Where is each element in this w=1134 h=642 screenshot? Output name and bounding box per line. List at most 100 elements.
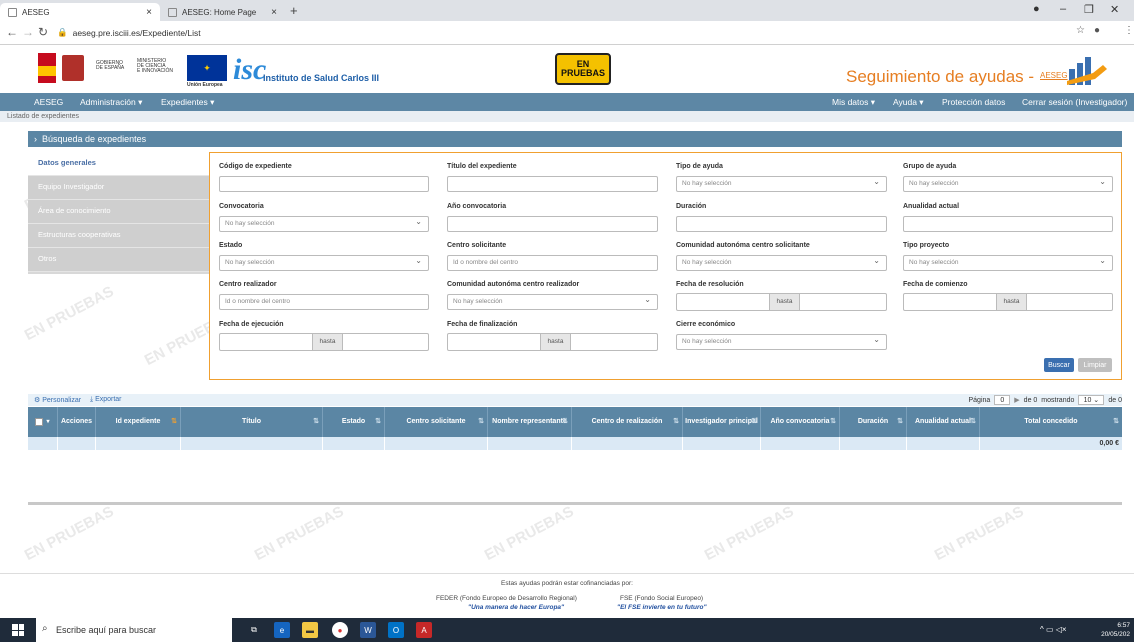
col-investigador-principal[interactable]: Investigador principal ⇅: [683, 407, 761, 437]
buscar-button[interactable]: Buscar: [1044, 358, 1074, 372]
back-icon[interactable]: ←: [6, 25, 18, 39]
fecha-ejecucion-to[interactable]: [343, 334, 428, 350]
select-all-checkbox[interactable]: ▾: [28, 407, 58, 437]
col-centro-solicitante[interactable]: Centro solicitante ⇅: [385, 407, 488, 437]
outlook-icon[interactable]: O: [388, 622, 404, 638]
col-estado[interactable]: Estado ⇅: [323, 407, 385, 437]
eu-flag-icon: ✦: [187, 55, 227, 81]
new-tab-button[interactable]: +: [290, 3, 298, 18]
profile-icon[interactable]: ●: [1033, 3, 1040, 15]
reload-icon[interactable]: ↻: [38, 25, 48, 39]
star-icon[interactable]: ☆: [1076, 25, 1085, 36]
taskbar-search-input[interactable]: ⌕ Escribe aquí para buscar: [36, 618, 232, 642]
titulo-input[interactable]: [447, 176, 658, 192]
account-icon[interactable]: ●: [1094, 25, 1100, 36]
label-comunidad-solicitante: Comunidad autonóma centro solicitante: [676, 242, 810, 249]
search-icon: ⌕: [42, 623, 48, 634]
fecha-finalizacion-from[interactable]: [448, 334, 541, 350]
exportar-button[interactable]: ⤓ Exportar: [90, 396, 122, 404]
mostrando-label: mostrando: [1041, 396, 1075, 404]
side-tab-estructuras-cooperativas[interactable]: Estructuras cooperativas: [28, 224, 209, 248]
close-tab-icon[interactable]: ×: [271, 7, 277, 18]
browser-tab-bar: AESEG × AESEG: Home Page × + ● – ❐ ✕: [0, 0, 1134, 21]
nav-mis-datos-menu[interactable]: Mis datos ▾: [832, 97, 875, 108]
fecha-ejecucion-range: hasta: [219, 333, 429, 351]
centro-solicitante-input[interactable]: Id o nombre del centro: [447, 255, 658, 271]
browser-tab-aeseg[interactable]: AESEG ×: [0, 3, 160, 21]
col-centro-realizacion[interactable]: Centro de realización ⇅: [572, 407, 683, 437]
nav-administracion-menu[interactable]: Administración ▾: [80, 97, 142, 108]
page-number-input[interactable]: 0: [994, 395, 1011, 405]
limpiar-button[interactable]: Limpiar: [1078, 358, 1112, 372]
label-centro-realizador: Centro realizador: [219, 281, 277, 288]
ministerio-text: MINISTERIO DE CIENCIA E INNOVACIÓN: [137, 58, 174, 74]
fecha-resolucion-from[interactable]: [677, 294, 770, 310]
url-field[interactable]: 🔒 aeseg.pre.isciii.es/Expediente/List: [57, 24, 1057, 41]
menu-icon[interactable]: ⋮: [1124, 25, 1134, 36]
label-centro-solicitante: Centro solicitante: [447, 242, 507, 249]
side-tab-otros[interactable]: Otros: [28, 248, 209, 272]
convocatoria-select[interactable]: No hay selección: [219, 215, 429, 232]
app-title: Seguimiento de ayudas -: [846, 67, 1035, 86]
duracion-input[interactable]: [676, 216, 887, 232]
fecha-finalizacion-to[interactable]: [571, 334, 657, 350]
word-icon[interactable]: W: [360, 622, 376, 638]
nav-ayuda-menu[interactable]: Ayuda ▾: [893, 97, 924, 108]
fecha-comienzo-from[interactable]: [904, 294, 997, 310]
task-view-icon[interactable]: ⧉: [246, 622, 262, 638]
grupo-ayuda-select[interactable]: No hay selección: [903, 175, 1113, 192]
side-tab-area-conocimiento[interactable]: Área de conocimiento: [28, 200, 209, 224]
logout-link[interactable]: Cerrar sesión (Investigador): [1022, 97, 1127, 107]
anualidad-input[interactable]: [903, 216, 1113, 232]
col-id-expediente[interactable]: Id expediente ⇅: [96, 407, 181, 437]
next-page-icon[interactable]: ▶: [1014, 396, 1019, 404]
chrome-icon[interactable]: ●: [332, 622, 348, 638]
col-titulo[interactable]: Título ⇅: [181, 407, 323, 437]
search-panel-header[interactable]: › Búsqueda de expedientes: [28, 131, 1122, 147]
side-tab-equipo-investigador[interactable]: Equipo Investigador: [28, 176, 209, 200]
col-anualidad-actual[interactable]: Anualidad actual ⇅: [907, 407, 980, 437]
tab-label: AESEG: [22, 7, 50, 17]
centro-realizador-input[interactable]: Id o nombre del centro: [219, 294, 429, 310]
col-anio-convocatoria[interactable]: Año convocatoria ⇅: [761, 407, 840, 437]
estado-select[interactable]: No hay selección: [219, 254, 429, 271]
col-duracion[interactable]: Duración ⇅: [840, 407, 907, 437]
comunidad-solicitante-select[interactable]: No hay selección: [676, 254, 887, 271]
personalizar-button[interactable]: ⚙ Personalizar: [34, 396, 81, 404]
maximize-icon[interactable]: ❐: [1084, 3, 1094, 16]
feder-text: FEDER (Fondo Europeo de Desarrollo Regio…: [436, 595, 577, 602]
col-nombre-representante[interactable]: Nombre representante ⇅: [488, 407, 572, 437]
window-close-icon[interactable]: ✕: [1110, 3, 1119, 16]
close-tab-icon[interactable]: ×: [146, 7, 152, 18]
codigo-input[interactable]: [219, 176, 429, 192]
cierre-economico-select[interactable]: No hay selección: [676, 333, 887, 350]
table-horizontal-scrollbar[interactable]: [28, 502, 1122, 505]
nav-brand-link[interactable]: AESEG: [34, 97, 63, 107]
browser-tab-home[interactable]: AESEG: Home Page ×: [160, 3, 285, 21]
label-convocatoria: Convocatoria: [219, 203, 264, 210]
system-tray-icons[interactable]: ^ ▭ ◁×: [1040, 625, 1067, 634]
minimize-icon[interactable]: –: [1060, 3, 1066, 15]
comunidad-realizador-select[interactable]: No hay selección: [447, 293, 658, 310]
lock-icon: 🔒: [57, 27, 68, 37]
tipo-ayuda-select[interactable]: No hay selección: [676, 175, 887, 192]
tab-label: AESEG: Home Page: [182, 7, 257, 17]
col-acciones: Acciones: [58, 407, 96, 437]
fecha-resolucion-to[interactable]: [800, 294, 886, 310]
taskbar-clock[interactable]: 6:57 20/05/202: [1101, 621, 1130, 639]
file-explorer-icon[interactable]: ▬: [302, 622, 318, 638]
fecha-ejecucion-from[interactable]: [220, 334, 313, 350]
forward-icon[interactable]: →: [22, 25, 34, 39]
fecha-comienzo-to[interactable]: [1027, 294, 1112, 310]
nav-expedientes-menu[interactable]: Expedientes ▾: [161, 97, 214, 108]
per-page-select[interactable]: 10 ⌄: [1078, 395, 1105, 405]
fecha-resolucion-range: hasta: [676, 293, 887, 311]
side-tab-datos-generales[interactable]: Datos generales: [28, 152, 209, 176]
col-total-concedido[interactable]: Total concedido ⇅: [980, 407, 1122, 437]
nav-proteccion-datos-link[interactable]: Protección datos: [942, 97, 1005, 107]
anio-convocatoria-input[interactable]: [447, 216, 658, 232]
windows-start-icon[interactable]: [12, 624, 24, 636]
edge-icon[interactable]: e: [274, 622, 290, 638]
acrobat-icon[interactable]: A: [416, 622, 432, 638]
tipo-proyecto-select[interactable]: No hay selección: [903, 254, 1113, 271]
